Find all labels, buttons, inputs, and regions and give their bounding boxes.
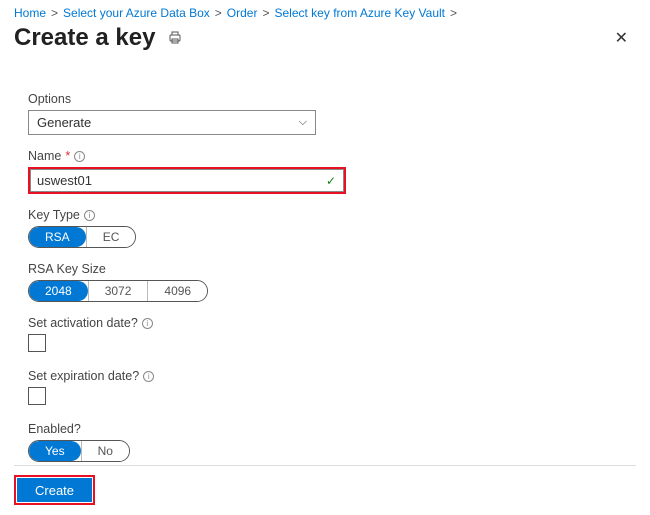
name-label: Name (28, 149, 61, 163)
create-button[interactable]: Create (17, 478, 92, 502)
enabled-no[interactable]: No (81, 441, 129, 461)
rsasize-2048[interactable]: 2048 (29, 281, 88, 301)
options-select[interactable]: Generate ⌵ (28, 110, 316, 135)
keytype-rsa[interactable]: RSA (29, 227, 86, 247)
name-input[interactable] (30, 169, 344, 192)
pin-icon[interactable] (167, 30, 183, 46)
activation-checkbox[interactable] (28, 334, 46, 352)
breadcrumb-sep: > (51, 6, 58, 20)
options-value: Generate (37, 115, 91, 130)
rsasize-toggle: 2048 3072 4096 (28, 280, 208, 302)
options-label: Options (28, 92, 71, 106)
enabled-yes[interactable]: Yes (29, 441, 81, 461)
close-icon[interactable]: ✕ (609, 30, 634, 48)
chevron-down-icon: ⌵ (299, 116, 307, 129)
expiration-checkbox[interactable] (28, 387, 46, 405)
enabled-toggle: Yes No (28, 440, 130, 462)
breadcrumb-keyvault[interactable]: Select key from Azure Key Vault (275, 6, 446, 20)
info-icon[interactable]: i (74, 151, 85, 162)
info-icon[interactable]: i (84, 210, 95, 221)
expiration-label: Set expiration date? (28, 369, 139, 383)
rsasize-3072[interactable]: 3072 (88, 281, 148, 301)
required-indicator: * (65, 149, 70, 163)
page-title: Create a key (14, 24, 155, 52)
activation-label: Set activation date? (28, 316, 138, 330)
form: Options Generate ⌵ Name * i ✓ Key T (14, 72, 636, 462)
keytype-toggle: RSA EC (28, 226, 136, 248)
footer: Create (14, 465, 636, 505)
breadcrumb-home[interactable]: Home (14, 6, 46, 20)
keytype-ec[interactable]: EC (86, 227, 136, 247)
rsasize-label: RSA Key Size (28, 262, 106, 276)
breadcrumb-sep: > (215, 6, 222, 20)
breadcrumb: Home > Select your Azure Data Box > Orde… (14, 6, 636, 20)
info-icon[interactable]: i (142, 318, 153, 329)
check-icon: ✓ (326, 174, 336, 188)
breadcrumb-databox[interactable]: Select your Azure Data Box (63, 6, 210, 20)
breadcrumb-sep: > (450, 6, 457, 20)
enabled-label: Enabled? (28, 422, 81, 436)
keytype-label: Key Type (28, 208, 80, 222)
breadcrumb-sep: > (262, 6, 269, 20)
info-icon[interactable]: i (143, 371, 154, 382)
breadcrumb-order[interactable]: Order (227, 6, 258, 20)
rsasize-4096[interactable]: 4096 (147, 281, 207, 301)
